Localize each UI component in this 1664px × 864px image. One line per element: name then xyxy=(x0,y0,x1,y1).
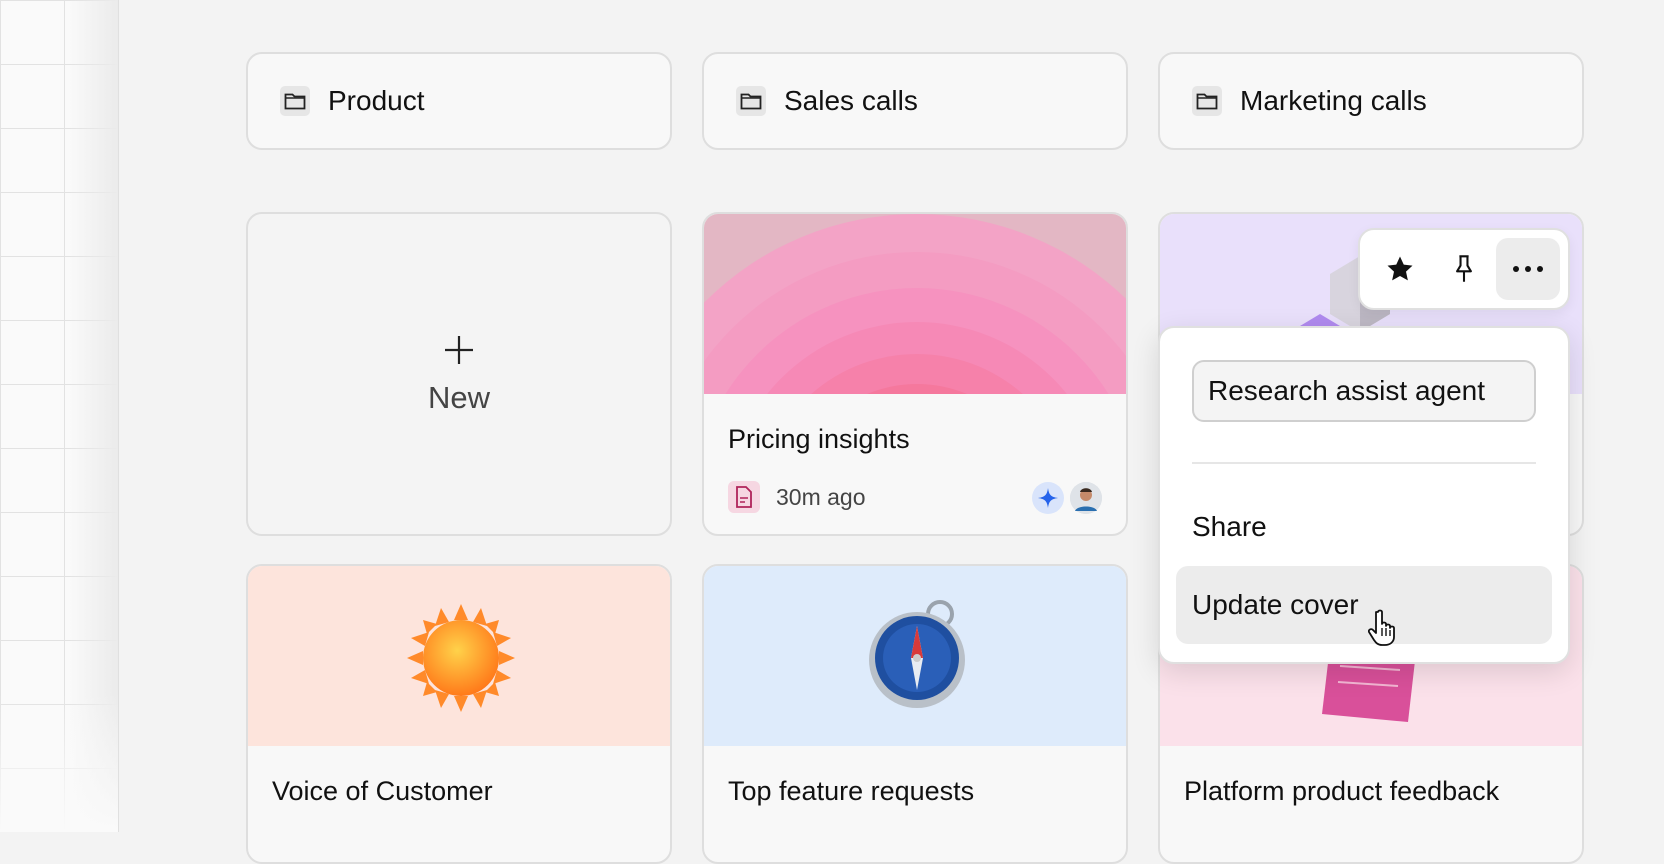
document-icon xyxy=(728,481,760,513)
card-cover xyxy=(248,566,670,746)
compass-icon xyxy=(869,600,965,708)
user-avatar xyxy=(1070,482,1102,514)
new-label: New xyxy=(427,379,490,415)
sparkle-avatar-icon xyxy=(1032,482,1064,514)
pin-icon[interactable] xyxy=(1432,238,1496,300)
card-title: Top feature requests xyxy=(728,776,975,806)
folder-label: Product xyxy=(328,85,425,116)
folder-label: Sales calls xyxy=(784,85,918,116)
rename-input[interactable] xyxy=(1192,360,1536,422)
card-options-menu: Share Update cover xyxy=(1158,326,1570,664)
menu-divider xyxy=(1192,462,1536,464)
card-voice-of-customer[interactable]: Voice of Customer xyxy=(246,564,672,864)
card-cover xyxy=(704,566,1126,746)
star-icon[interactable] xyxy=(1368,238,1432,300)
menu-item-share[interactable]: Share xyxy=(1176,488,1552,566)
card-title: Platform product feedback xyxy=(1184,776,1500,806)
card-title: Pricing insights xyxy=(728,424,910,454)
card-top-feature-requests[interactable]: Top feature requests xyxy=(702,564,1128,864)
folder-icon xyxy=(736,86,766,116)
menu-item-update-cover[interactable]: Update cover xyxy=(1176,566,1552,644)
folder-icon xyxy=(1192,86,1222,116)
card-timestamp: 30m ago xyxy=(776,483,866,510)
folder-product[interactable]: Product xyxy=(246,52,672,150)
card-title: Voice of Customer xyxy=(272,776,493,806)
card-actions-toolbar xyxy=(1358,228,1570,310)
left-grid-panel xyxy=(0,0,119,832)
more-icon[interactable] xyxy=(1496,238,1560,300)
folder-sales-calls[interactable]: Sales calls xyxy=(702,52,1128,150)
sun-icon xyxy=(407,604,515,712)
card-cover xyxy=(704,214,1126,394)
folder-marketing-calls[interactable]: Marketing calls xyxy=(1158,52,1584,150)
new-card-button[interactable]: New xyxy=(246,212,672,536)
hand-cursor-icon xyxy=(1367,608,1400,651)
card-pricing-insights[interactable]: Pricing insights 30m ago xyxy=(702,212,1128,536)
folder-icon xyxy=(280,86,310,116)
folder-label: Marketing calls xyxy=(1240,85,1427,116)
plus-icon xyxy=(442,333,476,372)
